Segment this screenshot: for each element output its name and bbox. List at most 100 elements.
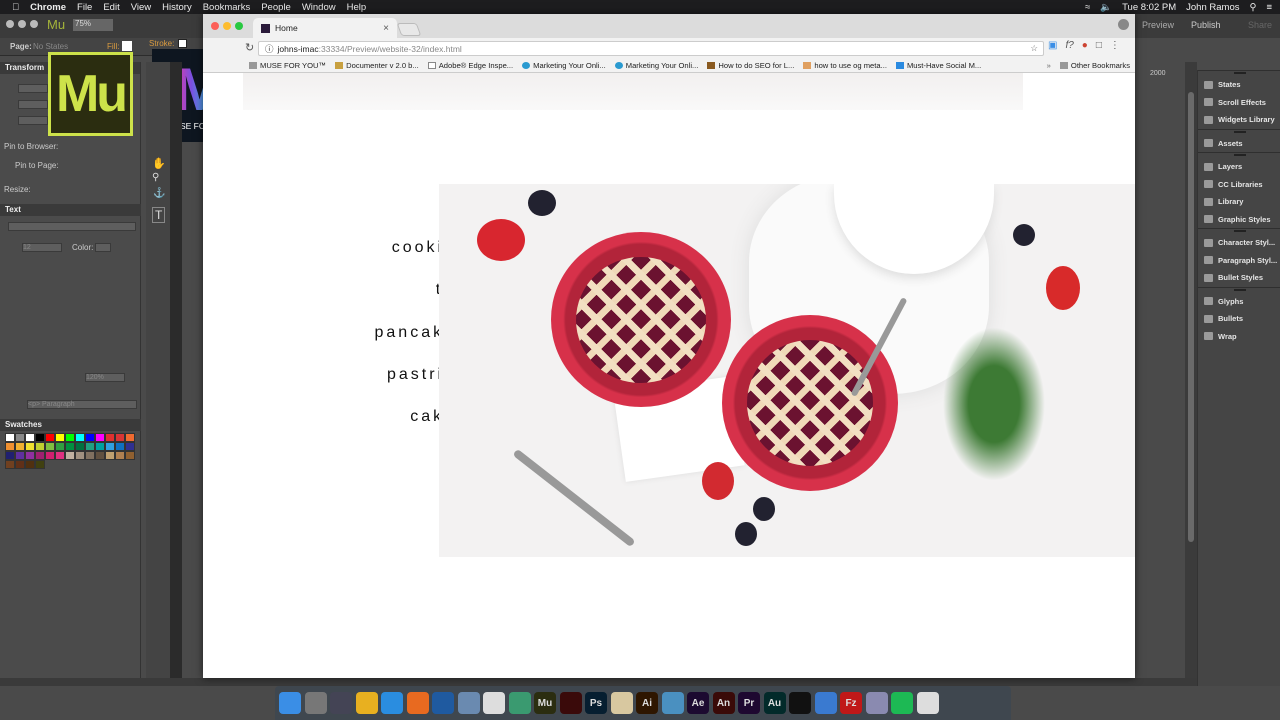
dock-app-icon[interactable]: Ai [636, 692, 658, 714]
menu-edit[interactable]: Edit [103, 2, 119, 13]
dock-app-icon[interactable]: Ps [585, 692, 607, 714]
color-swatch[interactable] [105, 451, 115, 460]
color-swatch[interactable] [25, 460, 35, 469]
color-swatch[interactable] [45, 433, 55, 442]
panel-divider[interactable] [1198, 70, 1280, 76]
dock-app-icon[interactable] [279, 692, 301, 714]
color-swatch[interactable] [75, 442, 85, 451]
color-swatch[interactable] [125, 442, 135, 451]
dock-app-icon[interactable] [661, 692, 684, 714]
text-panel-header[interactable]: Text [0, 204, 141, 216]
list-icon[interactable]: ≡ [1266, 2, 1272, 13]
color-swatch[interactable] [115, 451, 125, 460]
dock-app-icon[interactable]: Au [763, 692, 786, 714]
color-swatch[interactable] [65, 442, 75, 451]
menu-window[interactable]: Window [302, 2, 336, 13]
panel-item[interactable]: Widgets Library [1198, 111, 1280, 129]
color-swatch[interactable] [45, 451, 55, 460]
color-swatch[interactable] [65, 433, 75, 442]
leading-field[interactable]: 120% [85, 373, 125, 382]
dock-app-icon[interactable] [406, 692, 429, 714]
panel-item[interactable]: Library [1198, 193, 1280, 211]
swatches-panel-header[interactable]: Swatches [0, 419, 141, 431]
panel-item[interactable]: Graphic Styles [1198, 211, 1280, 229]
info-icon[interactable]: ⓘ [265, 43, 274, 55]
search-icon[interactable]: ⚲ [1249, 2, 1256, 13]
panel-item[interactable]: States [1198, 76, 1280, 94]
color-swatch[interactable] [95, 442, 105, 451]
menu-file[interactable]: File [77, 2, 92, 13]
bookmark-item[interactable]: Marketing Your Onli... [522, 61, 606, 70]
color-swatch[interactable] [105, 442, 115, 451]
menu-view[interactable]: View [131, 2, 151, 13]
font-select[interactable] [8, 222, 136, 231]
rotation-field[interactable] [18, 116, 48, 125]
panel-item[interactable]: Paragraph Styl... [1198, 252, 1280, 270]
bookmark-item[interactable]: Adobe® Edge Inspe... [427, 61, 513, 70]
stroke-swatch[interactable] [178, 39, 187, 48]
address-bar[interactable]: ⓘ johns-imac:33334/Preview/website-32/ind… [258, 41, 1044, 56]
panel-divider[interactable] [1198, 228, 1280, 234]
extension-font-icon[interactable]: f? [1065, 40, 1073, 51]
dock-app-icon[interactable] [789, 692, 811, 714]
dock-app-icon[interactable] [508, 692, 531, 714]
color-swatch[interactable] [25, 442, 35, 451]
color-swatch[interactable] [35, 460, 45, 469]
color-swatch[interactable] [55, 451, 65, 460]
color-swatch[interactable] [95, 433, 105, 442]
panel-item[interactable]: Bullets [1198, 310, 1280, 328]
color-swatch[interactable] [45, 442, 55, 451]
close-tab-icon[interactable]: × [383, 23, 389, 34]
x-field[interactable] [18, 84, 48, 93]
color-swatch[interactable] [25, 451, 35, 460]
font-size-field[interactable]: 12 [22, 243, 62, 252]
color-swatch[interactable] [5, 451, 15, 460]
color-swatch[interactable] [125, 451, 135, 460]
page-states[interactable]: No States [33, 42, 68, 51]
dock-app-icon[interactable] [610, 692, 633, 714]
y-field[interactable] [18, 100, 48, 109]
menu-help[interactable]: Help [347, 2, 367, 13]
tab-home[interactable]: Home × [253, 18, 397, 38]
paragraph-style-select[interactable]: <p> Paragraph [27, 400, 137, 409]
dock-app-icon[interactable] [432, 692, 454, 714]
color-swatch[interactable] [5, 433, 15, 442]
color-swatch[interactable] [15, 433, 25, 442]
fill-swatch[interactable] [122, 41, 132, 51]
color-swatch[interactable] [15, 442, 25, 451]
panel-divider[interactable] [1198, 128, 1280, 135]
wifi-icon[interactable]: ≈ [1085, 2, 1090, 13]
color-swatch[interactable] [115, 433, 125, 442]
panel-item[interactable]: Glyphs [1198, 293, 1280, 311]
dock-app-icon[interactable] [891, 692, 913, 714]
color-swatch[interactable] [85, 451, 95, 460]
bookmark-item[interactable]: How to do SEO for L... [707, 61, 794, 70]
profile-icon[interactable] [1118, 19, 1129, 30]
other-bookmarks[interactable]: Other Bookmarks [1059, 61, 1130, 70]
maximize-window-button[interactable] [235, 22, 243, 30]
menu-bookmarks[interactable]: Bookmarks [203, 2, 251, 13]
dock-app-icon[interactable]: Fz [840, 692, 862, 714]
close-window-button[interactable] [211, 22, 219, 30]
color-swatch[interactable] [95, 451, 105, 460]
text-tool-icon[interactable]: T [152, 207, 166, 223]
color-swatch[interactable] [115, 442, 125, 451]
color-swatch[interactable] [35, 433, 45, 442]
new-tab-button[interactable] [396, 23, 422, 36]
extension-color-icon[interactable]: ● [1082, 40, 1088, 51]
panel-item[interactable]: Layers [1198, 158, 1280, 176]
publish-button[interactable]: Publish [1191, 20, 1221, 30]
color-swatch[interactable] [75, 451, 85, 460]
menu-people[interactable]: People [261, 2, 291, 13]
color-swatch[interactable] [75, 433, 85, 442]
menu-app[interactable]: Chrome [30, 2, 66, 13]
share-button[interactable]: Share [1248, 20, 1272, 30]
bookmark-item[interactable]: how to use og meta... [803, 61, 887, 70]
dock-app-icon[interactable]: Ae [687, 692, 709, 714]
bookmark-item[interactable]: MUSE FOR YOU™ [249, 61, 326, 70]
reload-icon[interactable]: ↻ [245, 41, 254, 54]
color-swatch[interactable] [85, 442, 95, 451]
user-name[interactable]: John Ramos [1186, 2, 1239, 13]
color-swatch[interactable] [15, 451, 25, 460]
dock-app-icon[interactable] [916, 692, 939, 714]
